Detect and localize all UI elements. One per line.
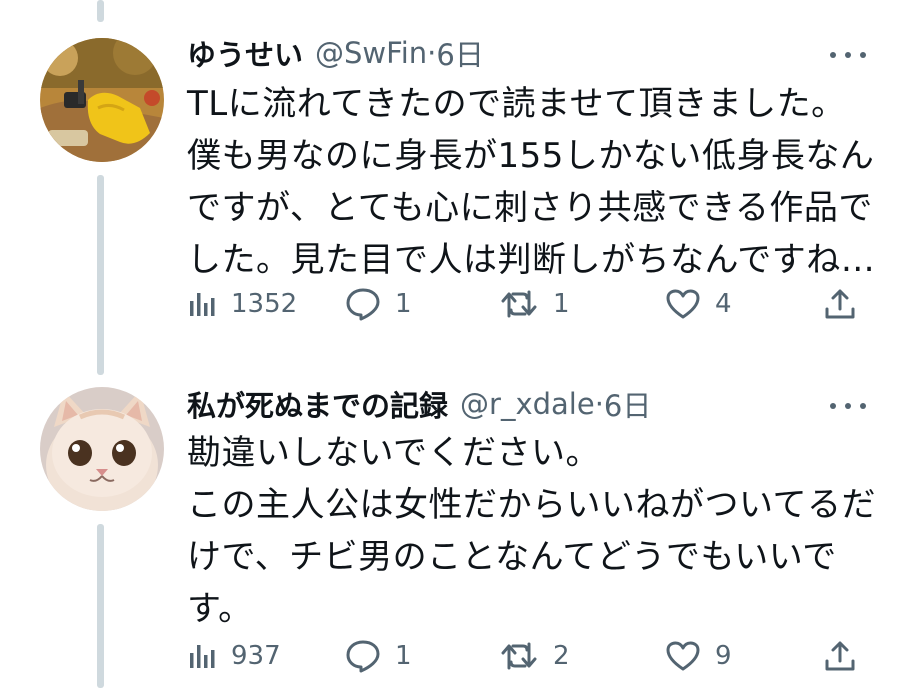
retweet-count: 1 [553, 289, 570, 319]
like-count: 9 [715, 641, 732, 671]
timestamp[interactable]: 6日 [436, 32, 483, 74]
reply-icon [345, 287, 381, 321]
author-name[interactable]: ゆうせい [187, 32, 303, 74]
like-icon [665, 288, 701, 320]
more-icon[interactable] [830, 45, 866, 65]
reply-count: 1 [395, 641, 412, 671]
views-count: 1352 [231, 289, 298, 319]
action-bar: 937 1 2 9 [187, 634, 867, 678]
reply-button[interactable]: 1 [345, 282, 412, 326]
timestamp[interactable]: 6日 [604, 383, 651, 425]
reply-icon [345, 639, 381, 673]
separator-dot: · [594, 387, 604, 421]
like-count: 4 [715, 289, 732, 319]
tweet-text: TLに流れてきたので読ませて頂きました。 僕も男なのに身長が155しかない低身長… [187, 78, 877, 286]
retweet-button[interactable]: 1 [499, 282, 570, 326]
tweet-text: 勘違いしないでください。 この主人公は女性だからいいねがついてるだ けで、チビ男… [187, 427, 877, 635]
tweet-text-line: けで、チビ男のことなんてどうでもいいで [187, 537, 837, 577]
tweet-text-line: この主人公は女性だからいいねがついてるだ [187, 485, 876, 525]
tweet[interactable]: ゆうせい @SwFin · 6日 TLに流れてきたので読ませて頂きました。 僕も… [0, 0, 906, 360]
like-button[interactable]: 4 [665, 282, 732, 326]
tweet-header: 私が死ぬまでの記録 @r_xdale · 6日 [187, 384, 651, 424]
tweet-text-line: 僕も男なのに身長が155しかない低身長なん [187, 136, 875, 176]
share-button[interactable] [823, 282, 857, 326]
reply-count: 1 [395, 289, 412, 319]
share-button[interactable] [823, 634, 857, 678]
retweet-count: 2 [553, 641, 570, 671]
tweet-text-line: 勘違いしないでください。 [187, 433, 600, 473]
author-handle[interactable]: @r_xdale [460, 387, 595, 421]
views-button[interactable]: 937 [187, 634, 281, 678]
tweet[interactable]: 私が死ぬまでの記録 @r_xdale · 6日 勘違いしないでください。 この主… [0, 360, 906, 688]
views-icon [187, 289, 217, 319]
tweet-text-line: した。見た目で人は判断しがちなんですね… [187, 240, 876, 280]
share-icon [823, 287, 857, 321]
retweet-icon [499, 288, 539, 320]
retweet-button[interactable]: 2 [499, 634, 570, 678]
retweet-icon [499, 640, 539, 672]
views-button[interactable]: 1352 [187, 282, 297, 326]
share-icon [823, 639, 857, 673]
like-icon [665, 640, 701, 672]
reply-button[interactable]: 1 [345, 634, 412, 678]
tweet-header: ゆうせい @SwFin · 6日 [187, 33, 484, 73]
avatar[interactable] [40, 38, 164, 162]
action-bar: 1352 1 1 4 [187, 282, 867, 326]
views-icon [187, 641, 217, 671]
separator-dot: · [427, 36, 437, 70]
tweet-text-line: す。 [187, 589, 253, 629]
tweet-text-line: TLに流れてきたので読ませて頂きました。 [187, 84, 846, 124]
views-count: 937 [231, 641, 281, 671]
author-name[interactable]: 私が死ぬまでの記録 [187, 383, 448, 425]
avatar[interactable] [40, 387, 164, 511]
author-handle[interactable]: @SwFin [315, 36, 427, 70]
tweet-text-line: ですが、とても心に刺さり共感できる作品で [187, 188, 873, 228]
more-icon[interactable] [830, 396, 866, 416]
like-button[interactable]: 9 [665, 634, 732, 678]
